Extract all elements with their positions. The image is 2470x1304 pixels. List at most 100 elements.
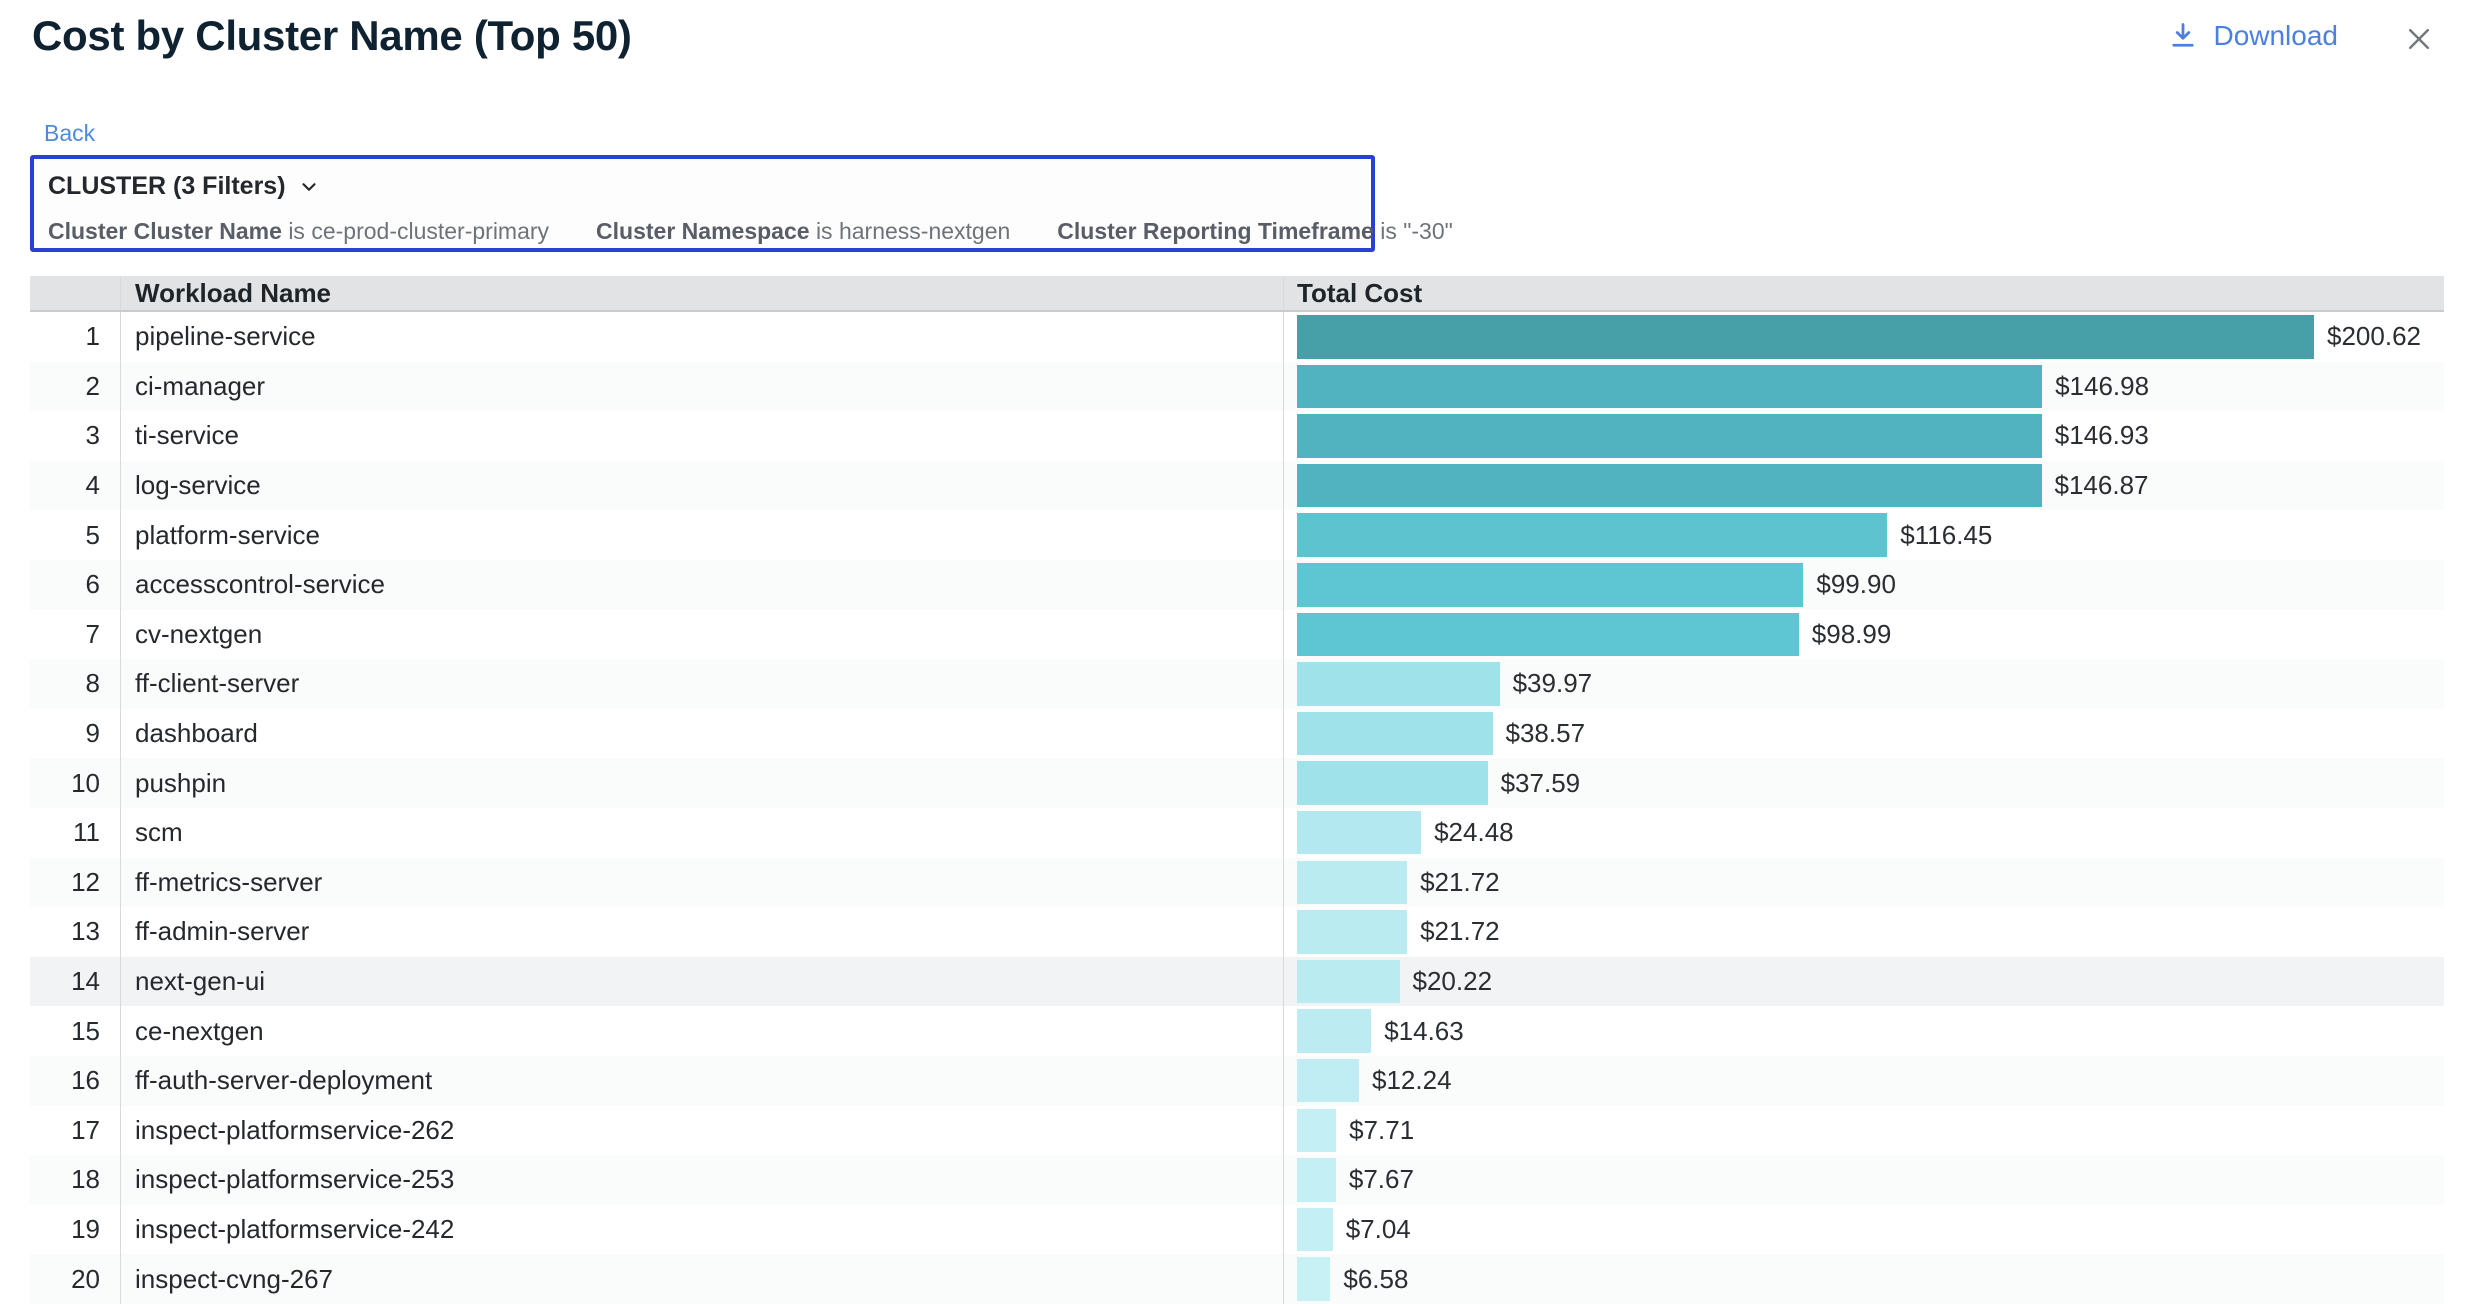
row-rank: 14 <box>30 957 120 1007</box>
filter-cluster-name: Cluster Cluster Name is ce-prod-cluster-… <box>48 218 549 245</box>
total-cost-cell: $200.62 <box>1283 312 2444 362</box>
table-row[interactable]: 6 accesscontrol-service $99.90 <box>30 560 2444 610</box>
table-header: Workload Name Total Cost <box>30 276 2444 312</box>
cost-bar <box>1297 910 1407 954</box>
table-row[interactable]: 3 ti-service $146.93 <box>30 411 2444 461</box>
table-row[interactable]: 5 platform-service $116.45 <box>30 510 2444 560</box>
workload-name: cv-nextgen <box>120 610 1283 660</box>
total-cost-cell: $146.87 <box>1283 461 2444 511</box>
back-link[interactable]: Back <box>44 120 95 147</box>
total-cost-cell: $6.58 <box>1283 1254 2444 1304</box>
workload-name: ff-client-server <box>120 659 1283 709</box>
table-row[interactable]: 1 pipeline-service $200.62 <box>30 312 2444 362</box>
cost-value: $12.24 <box>1372 1065 1452 1096</box>
table-row[interactable]: 15 ce-nextgen $14.63 <box>30 1006 2444 1056</box>
total-cost-cell: $7.71 <box>1283 1106 2444 1156</box>
row-rank: 15 <box>30 1006 120 1056</box>
total-cost-cell: $24.48 <box>1283 808 2444 858</box>
cost-value: $39.97 <box>1513 668 1593 699</box>
cost-value: $146.98 <box>2055 371 2149 402</box>
row-rank: 7 <box>30 610 120 660</box>
row-rank: 5 <box>30 510 120 560</box>
column-header-total-cost: Total Cost <box>1283 276 2444 310</box>
table-row[interactable]: 19 inspect-platformservice-242 $7.04 <box>30 1205 2444 1255</box>
workload-name: pushpin <box>120 758 1283 808</box>
cost-value: $146.93 <box>2055 420 2149 451</box>
page-title: Cost by Cluster Name (Top 50) <box>32 12 632 60</box>
workload-name: inspect-cvng-267 <box>120 1254 1283 1304</box>
table-row[interactable]: 8 ff-client-server $39.97 <box>30 659 2444 709</box>
table-row[interactable]: 4 log-service $146.87 <box>30 461 2444 511</box>
column-header-workload-name: Workload Name <box>120 276 1283 310</box>
workload-name: platform-service <box>120 510 1283 560</box>
total-cost-cell: $146.93 <box>1283 411 2444 461</box>
row-rank: 10 <box>30 758 120 808</box>
row-rank: 2 <box>30 362 120 412</box>
table-row[interactable]: 13 ff-admin-server $21.72 <box>30 907 2444 957</box>
workload-name: pipeline-service <box>120 312 1283 362</box>
total-cost-cell: $146.98 <box>1283 362 2444 412</box>
workload-name: dashboard <box>120 709 1283 759</box>
workload-name: scm <box>120 808 1283 858</box>
cost-value: $38.57 <box>1506 718 1586 749</box>
row-rank: 6 <box>30 560 120 610</box>
filter-reporting-timeframe: Cluster Reporting Timeframe is "-30" <box>1057 218 1453 245</box>
table-row[interactable]: 17 inspect-platformservice-262 $7.71 <box>30 1106 2444 1156</box>
cost-bar <box>1297 861 1407 905</box>
download-label: Download <box>2213 20 2338 52</box>
cost-bar <box>1297 315 2314 359</box>
cost-value: $99.90 <box>1816 569 1896 600</box>
workload-name: inspect-platformservice-262 <box>120 1106 1283 1156</box>
table-row[interactable]: 7 cv-nextgen $98.99 <box>30 610 2444 660</box>
row-rank: 4 <box>30 461 120 511</box>
row-rank: 19 <box>30 1205 120 1255</box>
table-row[interactable]: 18 inspect-platformservice-253 $7.67 <box>30 1155 2444 1205</box>
cost-bar <box>1297 811 1421 855</box>
workload-name: inspect-platformservice-253 <box>120 1155 1283 1205</box>
filter-group: CLUSTER (3 Filters) Cluster Cluster Name… <box>30 155 1375 252</box>
total-cost-cell: $37.59 <box>1283 758 2444 808</box>
row-rank: 16 <box>30 1056 120 1106</box>
table-row[interactable]: 14 next-gen-ui $20.22 <box>30 957 2444 1007</box>
total-cost-cell: $39.97 <box>1283 659 2444 709</box>
cost-bar <box>1297 1208 1333 1252</box>
cost-value: $7.67 <box>1349 1164 1414 1195</box>
total-cost-cell: $21.72 <box>1283 858 2444 908</box>
cost-value: $24.48 <box>1434 817 1514 848</box>
table-row[interactable]: 10 pushpin $37.59 <box>30 758 2444 808</box>
cost-value: $146.87 <box>2055 470 2149 501</box>
row-rank: 20 <box>30 1254 120 1304</box>
filter-group-label: CLUSTER (3 Filters) <box>48 172 286 201</box>
row-rank: 3 <box>30 411 120 461</box>
row-rank: 13 <box>30 907 120 957</box>
cost-value: $7.71 <box>1349 1115 1414 1146</box>
download-button[interactable]: Download <box>2168 20 2338 52</box>
cost-value: $7.04 <box>1346 1214 1411 1245</box>
table-row[interactable]: 11 scm $24.48 <box>30 808 2444 858</box>
cost-table: Workload Name Total Cost 1 pipeline-serv… <box>30 276 2444 1304</box>
total-cost-cell: $99.90 <box>1283 560 2444 610</box>
table-row[interactable]: 16 ff-auth-server-deployment $12.24 <box>30 1056 2444 1106</box>
table-row[interactable]: 20 inspect-cvng-267 $6.58 <box>30 1254 2444 1304</box>
workload-name: ce-nextgen <box>120 1006 1283 1056</box>
cost-bar <box>1297 414 2042 458</box>
cost-bar <box>1297 563 1803 607</box>
chevron-down-icon <box>298 176 320 198</box>
row-rank: 8 <box>30 659 120 709</box>
download-icon <box>2168 21 2198 51</box>
total-cost-cell: $7.04 <box>1283 1205 2444 1255</box>
cost-bar <box>1297 662 1500 706</box>
workload-name: next-gen-ui <box>120 957 1283 1007</box>
cost-bar <box>1297 712 1493 756</box>
filter-group-toggle[interactable]: CLUSTER (3 Filters) <box>48 172 320 201</box>
total-cost-cell: $98.99 <box>1283 610 2444 660</box>
workload-name: accesscontrol-service <box>120 560 1283 610</box>
cost-value: $14.63 <box>1384 1016 1464 1047</box>
applied-filters: Cluster Cluster Name is ce-prod-cluster-… <box>48 218 1357 245</box>
cost-bar <box>1297 464 2042 508</box>
workload-name: ci-manager <box>120 362 1283 412</box>
close-button[interactable] <box>2402 22 2436 56</box>
table-row[interactable]: 12 ff-metrics-server $21.72 <box>30 858 2444 908</box>
table-row[interactable]: 9 dashboard $38.57 <box>30 709 2444 759</box>
table-row[interactable]: 2 ci-manager $146.98 <box>30 362 2444 412</box>
